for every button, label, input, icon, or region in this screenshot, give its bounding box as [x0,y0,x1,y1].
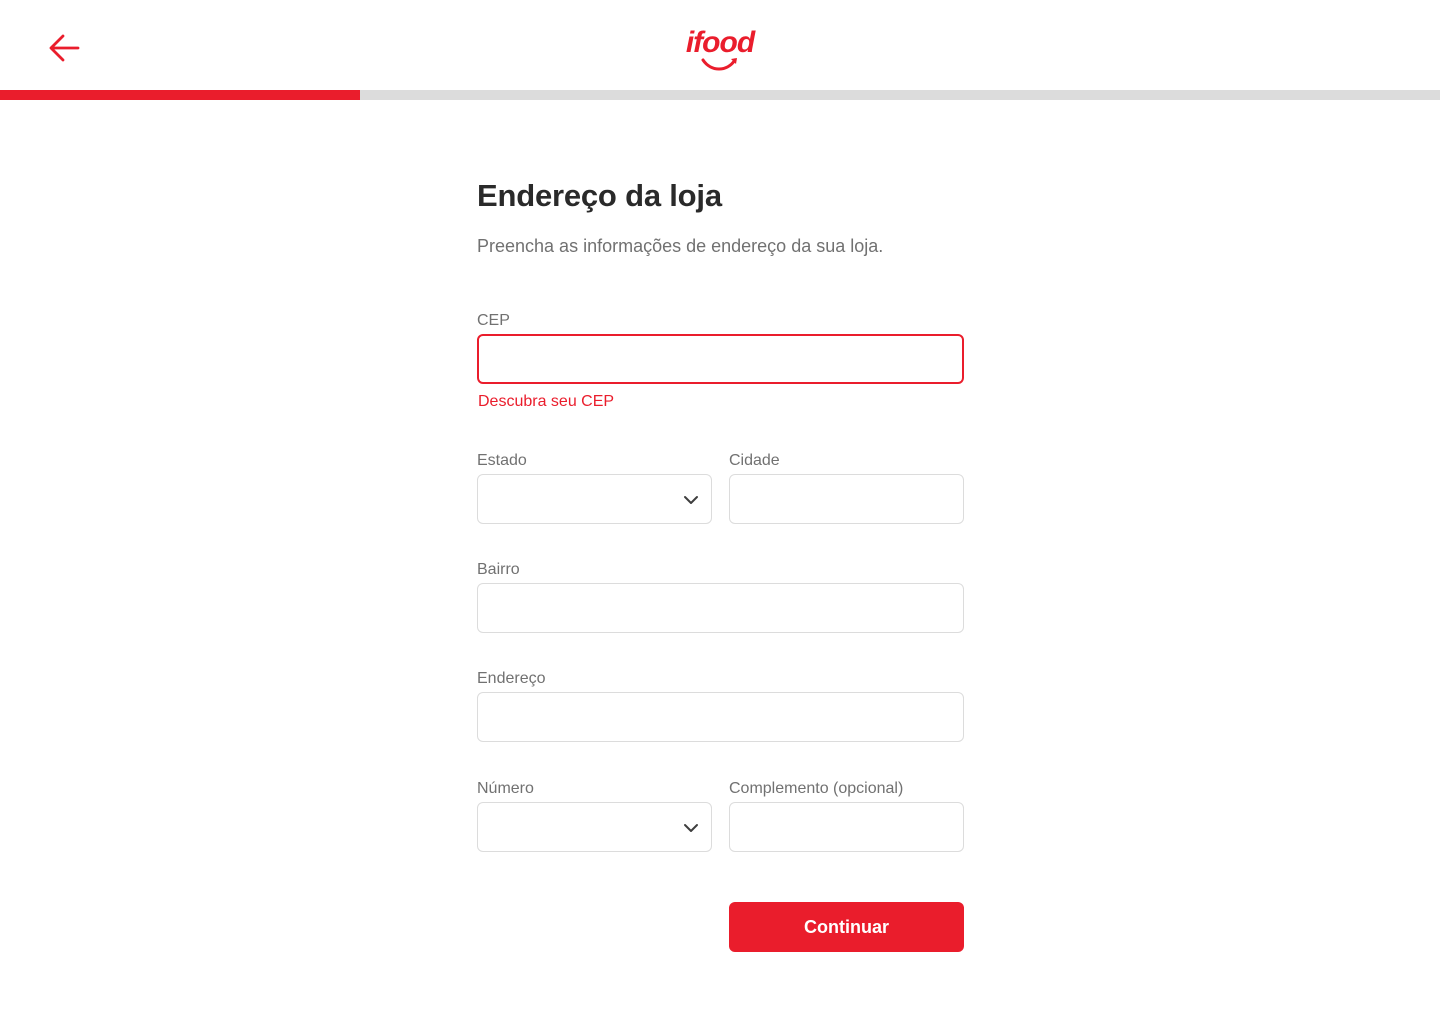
arrow-left-icon [49,34,80,62]
cidade-input[interactable] [730,475,963,523]
numero-label: Número [477,780,534,797]
numero-select[interactable] [477,802,712,852]
header: ifood [0,0,1440,90]
page-subtitle: Preencha as informações de endereço da s… [477,236,884,256]
bairro-field[interactable] [477,583,964,633]
cidade-label: Cidade [729,452,780,469]
continue-button[interactable]: Continuar [729,902,964,952]
bairro-input[interactable] [478,584,963,632]
complemento-label: Complemento (opcional) [729,780,904,797]
bairro-label: Bairro [477,561,520,578]
page-title: Endereço da loja [477,178,722,213]
endereco-field[interactable] [477,692,964,742]
cep-label: CEP [477,312,510,329]
cidade-field[interactable] [729,474,964,524]
progress-bar [0,90,1440,100]
chevron-down-icon [684,824,698,832]
endereco-label: Endereço [477,670,546,687]
ifood-logo[interactable]: ifood [679,26,761,74]
cep-input[interactable] [479,336,962,382]
progress-fill [0,90,360,100]
endereco-input[interactable] [478,693,963,741]
estado-label: Estado [477,452,527,469]
chevron-down-icon [684,496,698,504]
back-button[interactable] [44,28,84,68]
svg-text:ifood: ifood [686,26,756,59]
discover-cep-link[interactable]: Descubra seu CEP [478,393,614,411]
estado-select[interactable] [477,474,712,524]
cep-field[interactable] [477,334,964,384]
complemento-field[interactable] [729,802,964,852]
complemento-input[interactable] [730,803,963,851]
